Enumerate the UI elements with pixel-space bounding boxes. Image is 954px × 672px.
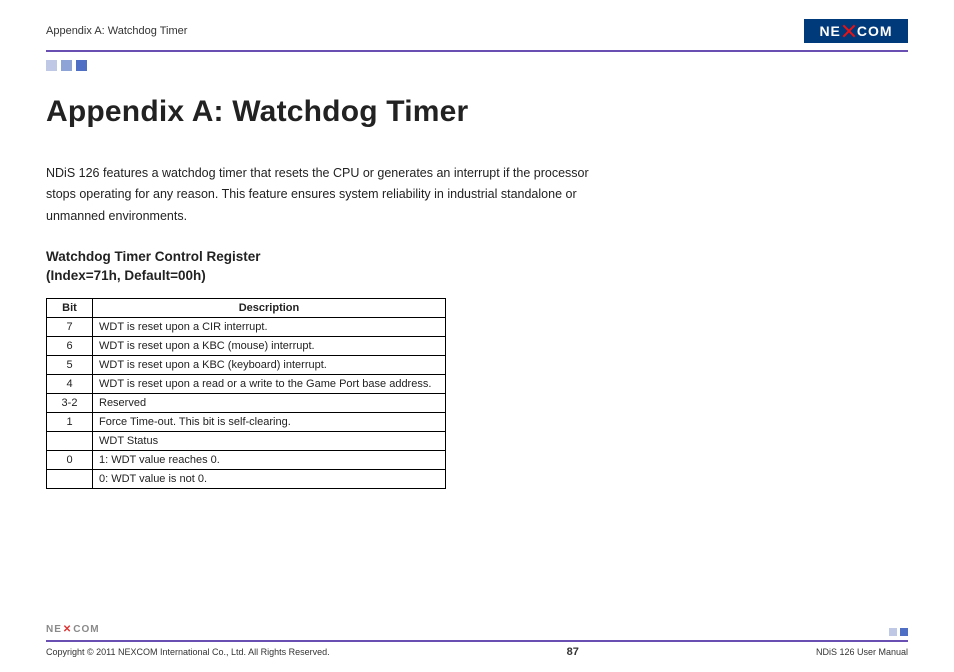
square-icon [889,628,897,636]
square-icon [61,60,72,71]
register-table: Bit Description 7WDT is reset upon a CIR… [46,298,446,489]
table-row: 0: WDT value is not 0. [47,469,446,488]
page-footer: NE ✕ COM Copyright © 2011 NEXCOM Interna… [46,640,908,658]
header-rule [46,50,908,52]
table-row: 01: WDT value reaches 0. [47,450,446,469]
mini-x-icon: ✕ [63,624,72,635]
table-row: 4WDT is reset upon a read or a write to … [47,374,446,393]
intro-paragraph: NDiS 126 features a watchdog timer that … [46,163,606,227]
page-header: Appendix A: Watchdog Timer NE COM [46,18,908,44]
square-icon [900,628,908,636]
decorative-squares [46,60,908,71]
brand-x-icon [842,24,856,38]
col-bit: Bit [47,298,93,317]
page: Appendix A: Watchdog Timer NE COM Append… [0,0,954,672]
copyright-text: Copyright © 2011 NEXCOM International Co… [46,647,330,657]
footer-squares [889,628,908,636]
footer-mini-logo: NE ✕ COM [46,624,100,635]
subheading-line-2: (Index=71h, Default=00h) [46,268,206,283]
manual-name: NDiS 126 User Manual [816,647,908,657]
square-icon [46,60,57,71]
brand-logo: NE COM [804,19,908,43]
header-section-title: Appendix A: Watchdog Timer [46,25,187,37]
table-row: 3-2Reserved [47,393,446,412]
subheading-line-1: Watchdog Timer Control Register [46,249,261,264]
table-row: WDT Status [47,431,446,450]
register-subheading: Watchdog Timer Control Register (Index=7… [46,247,606,286]
brand-text-left: NE [819,23,840,39]
table-header-row: Bit Description [47,298,446,317]
page-title: Appendix A: Watchdog Timer [46,95,606,129]
content-area: Appendix A: Watchdog Timer NDiS 126 feat… [46,95,606,489]
col-desc: Description [93,298,446,317]
page-number: 87 [567,646,579,658]
table-row: 5WDT is reset upon a KBC (keyboard) inte… [47,355,446,374]
table-row: 6WDT is reset upon a KBC (mouse) interru… [47,336,446,355]
square-icon [76,60,87,71]
nexcom-logo-icon: NE COM [804,19,908,43]
table-row: 1Force Time-out. This bit is self-cleari… [47,412,446,431]
footer-row: Copyright © 2011 NEXCOM International Co… [46,646,908,658]
table-row: 7WDT is reset upon a CIR interrupt. [47,317,446,336]
brand-text-right: COM [857,23,893,39]
footer-rule: NE ✕ COM [46,640,908,642]
